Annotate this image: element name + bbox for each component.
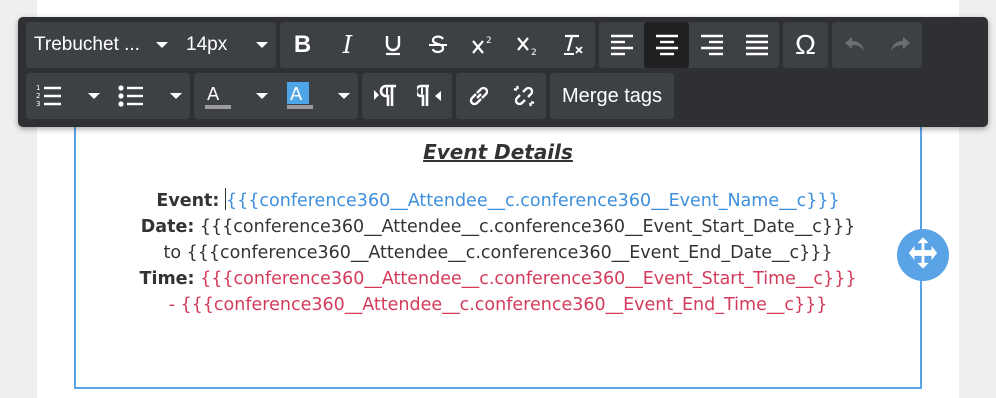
font-family-value: Trebuchet ... — [34, 34, 140, 55]
list-group: 123 — [26, 73, 190, 119]
clear-formatting-icon — [563, 34, 583, 55]
chevron-down-icon — [256, 42, 268, 48]
align-left-button[interactable] — [599, 22, 644, 68]
underline-icon — [385, 36, 400, 56]
chevron-down-icon — [156, 42, 168, 48]
undo-icon — [844, 37, 864, 51]
svg-text:2: 2 — [36, 92, 40, 100]
italic-button[interactable]: I — [325, 22, 370, 68]
chevron-down-icon — [256, 93, 268, 99]
link-group — [456, 73, 546, 119]
event-start-date-merge-tag[interactable]: {{{conference360__Attendee__c.conference… — [200, 217, 855, 237]
background-color-icon: A — [287, 82, 313, 109]
insert-link-button[interactable] — [456, 73, 501, 119]
link-icon — [469, 86, 488, 106]
merge-tags-button[interactable]: Merge tags — [550, 73, 674, 119]
date-label: Date: — [140, 217, 195, 237]
toolbar-row-2: 123 A A Merge tags — [26, 73, 678, 119]
time-dash: - — [168, 295, 175, 315]
redo-button[interactable] — [877, 22, 922, 68]
svg-text:3: 3 — [36, 100, 40, 108]
toolbar-row-1: Trebuchet ... 14px B I 2 2 Ω — [26, 22, 926, 68]
special-char-group: Ω — [783, 22, 828, 68]
date-end-line: to {{{conference360__Attendee__c.confere… — [0, 240, 996, 266]
numbered-list-icon: 123 — [36, 84, 61, 108]
strikethrough-icon — [428, 35, 447, 54]
event-label: Event: — [156, 191, 220, 211]
svg-text:A: A — [290, 84, 303, 105]
chevron-down-icon — [170, 93, 182, 99]
remove-link-button[interactable] — [501, 73, 546, 119]
event-end-time-merge-tag[interactable]: {{{conference360__Attendee__c.conference… — [181, 295, 828, 315]
align-right-button[interactable] — [689, 22, 734, 68]
font-group: Trebuchet ... 14px — [26, 22, 276, 68]
subscript-button[interactable]: 2 — [505, 22, 550, 68]
text-block-content[interactable]: Event Details Event: {{{conference360__A… — [0, 135, 996, 318]
move-block-button[interactable] — [897, 229, 949, 281]
bold-icon: B — [293, 31, 312, 58]
merge-tags-group: Merge tags — [550, 73, 675, 119]
numbered-list-button[interactable]: 123 — [26, 73, 108, 119]
date-line: Date: {{{conference360__Attendee__c.conf… — [0, 214, 996, 240]
text-color-icon: A — [205, 84, 231, 109]
event-details-heading: Event Details — [423, 140, 573, 164]
align-center-button[interactable] — [644, 22, 689, 68]
bold-button[interactable]: B — [280, 22, 325, 68]
date-to-text: to — [163, 243, 182, 263]
text-editor-toolbar: Trebuchet ... 14px B I 2 2 Ω 1 2 3 A A M… — [18, 17, 988, 127]
superscript-icon: 2 — [471, 36, 492, 54]
unlink-icon — [513, 85, 534, 107]
svg-text:A: A — [207, 84, 220, 105]
align-group — [599, 22, 779, 68]
chevron-down-icon — [338, 93, 350, 99]
event-name-merge-tag[interactable]: {{{conference360__Attendee__c.conference… — [226, 191, 840, 211]
undo-button[interactable] — [832, 22, 877, 68]
clear-formatting-button[interactable] — [550, 22, 595, 68]
svg-text:2: 2 — [531, 48, 537, 57]
omega-icon: Ω — [795, 29, 816, 60]
chevron-down-icon — [88, 93, 100, 99]
justify-button[interactable] — [734, 22, 779, 68]
font-family-select[interactable]: Trebuchet ... — [26, 22, 176, 68]
strikethrough-button[interactable] — [415, 22, 460, 68]
format-group: B I 2 2 — [280, 22, 595, 68]
left-to-right-button[interactable] — [362, 73, 407, 119]
align-right-icon — [700, 34, 723, 56]
align-center-icon — [655, 34, 678, 56]
align-left-icon — [610, 34, 633, 56]
underline-button[interactable] — [370, 22, 415, 68]
color-group: A A — [194, 73, 358, 119]
ltr-paragraph-icon — [373, 84, 396, 106]
right-to-left-button[interactable] — [407, 73, 452, 119]
bulleted-list-icon — [118, 85, 143, 107]
font-size-select[interactable]: 14px — [176, 22, 276, 68]
time-line: Time: {{{conference360__Attendee__c.conf… — [0, 266, 996, 292]
rtl-paragraph-icon — [416, 84, 441, 106]
svg-text:2: 2 — [486, 36, 492, 46]
text-color-button[interactable]: A — [194, 73, 276, 119]
direction-group — [362, 73, 452, 119]
superscript-button[interactable]: 2 — [460, 22, 505, 68]
move-arrows-icon — [906, 236, 940, 275]
font-size-value: 14px — [186, 34, 228, 55]
redo-icon — [890, 37, 910, 51]
event-line: Event: {{{conference360__Attendee__c.con… — [0, 188, 996, 214]
event-end-date-merge-tag[interactable]: {{{conference360__Attendee__c.conference… — [187, 243, 833, 263]
background-color-button[interactable]: A — [276, 73, 358, 119]
align-justify-icon — [745, 34, 768, 56]
bulleted-list-button[interactable] — [108, 73, 190, 119]
subscript-icon: 2 — [516, 37, 537, 57]
time-end-line: - {{{conference360__Attendee__c.conferen… — [0, 292, 996, 318]
svg-text:1: 1 — [36, 84, 40, 92]
time-label: Time: — [139, 269, 195, 289]
special-character-button[interactable]: Ω — [783, 22, 828, 68]
event-start-time-merge-tag[interactable]: {{{conference360__Attendee__c.conference… — [200, 269, 856, 289]
italic-icon: I — [342, 31, 353, 59]
history-group — [832, 22, 922, 68]
